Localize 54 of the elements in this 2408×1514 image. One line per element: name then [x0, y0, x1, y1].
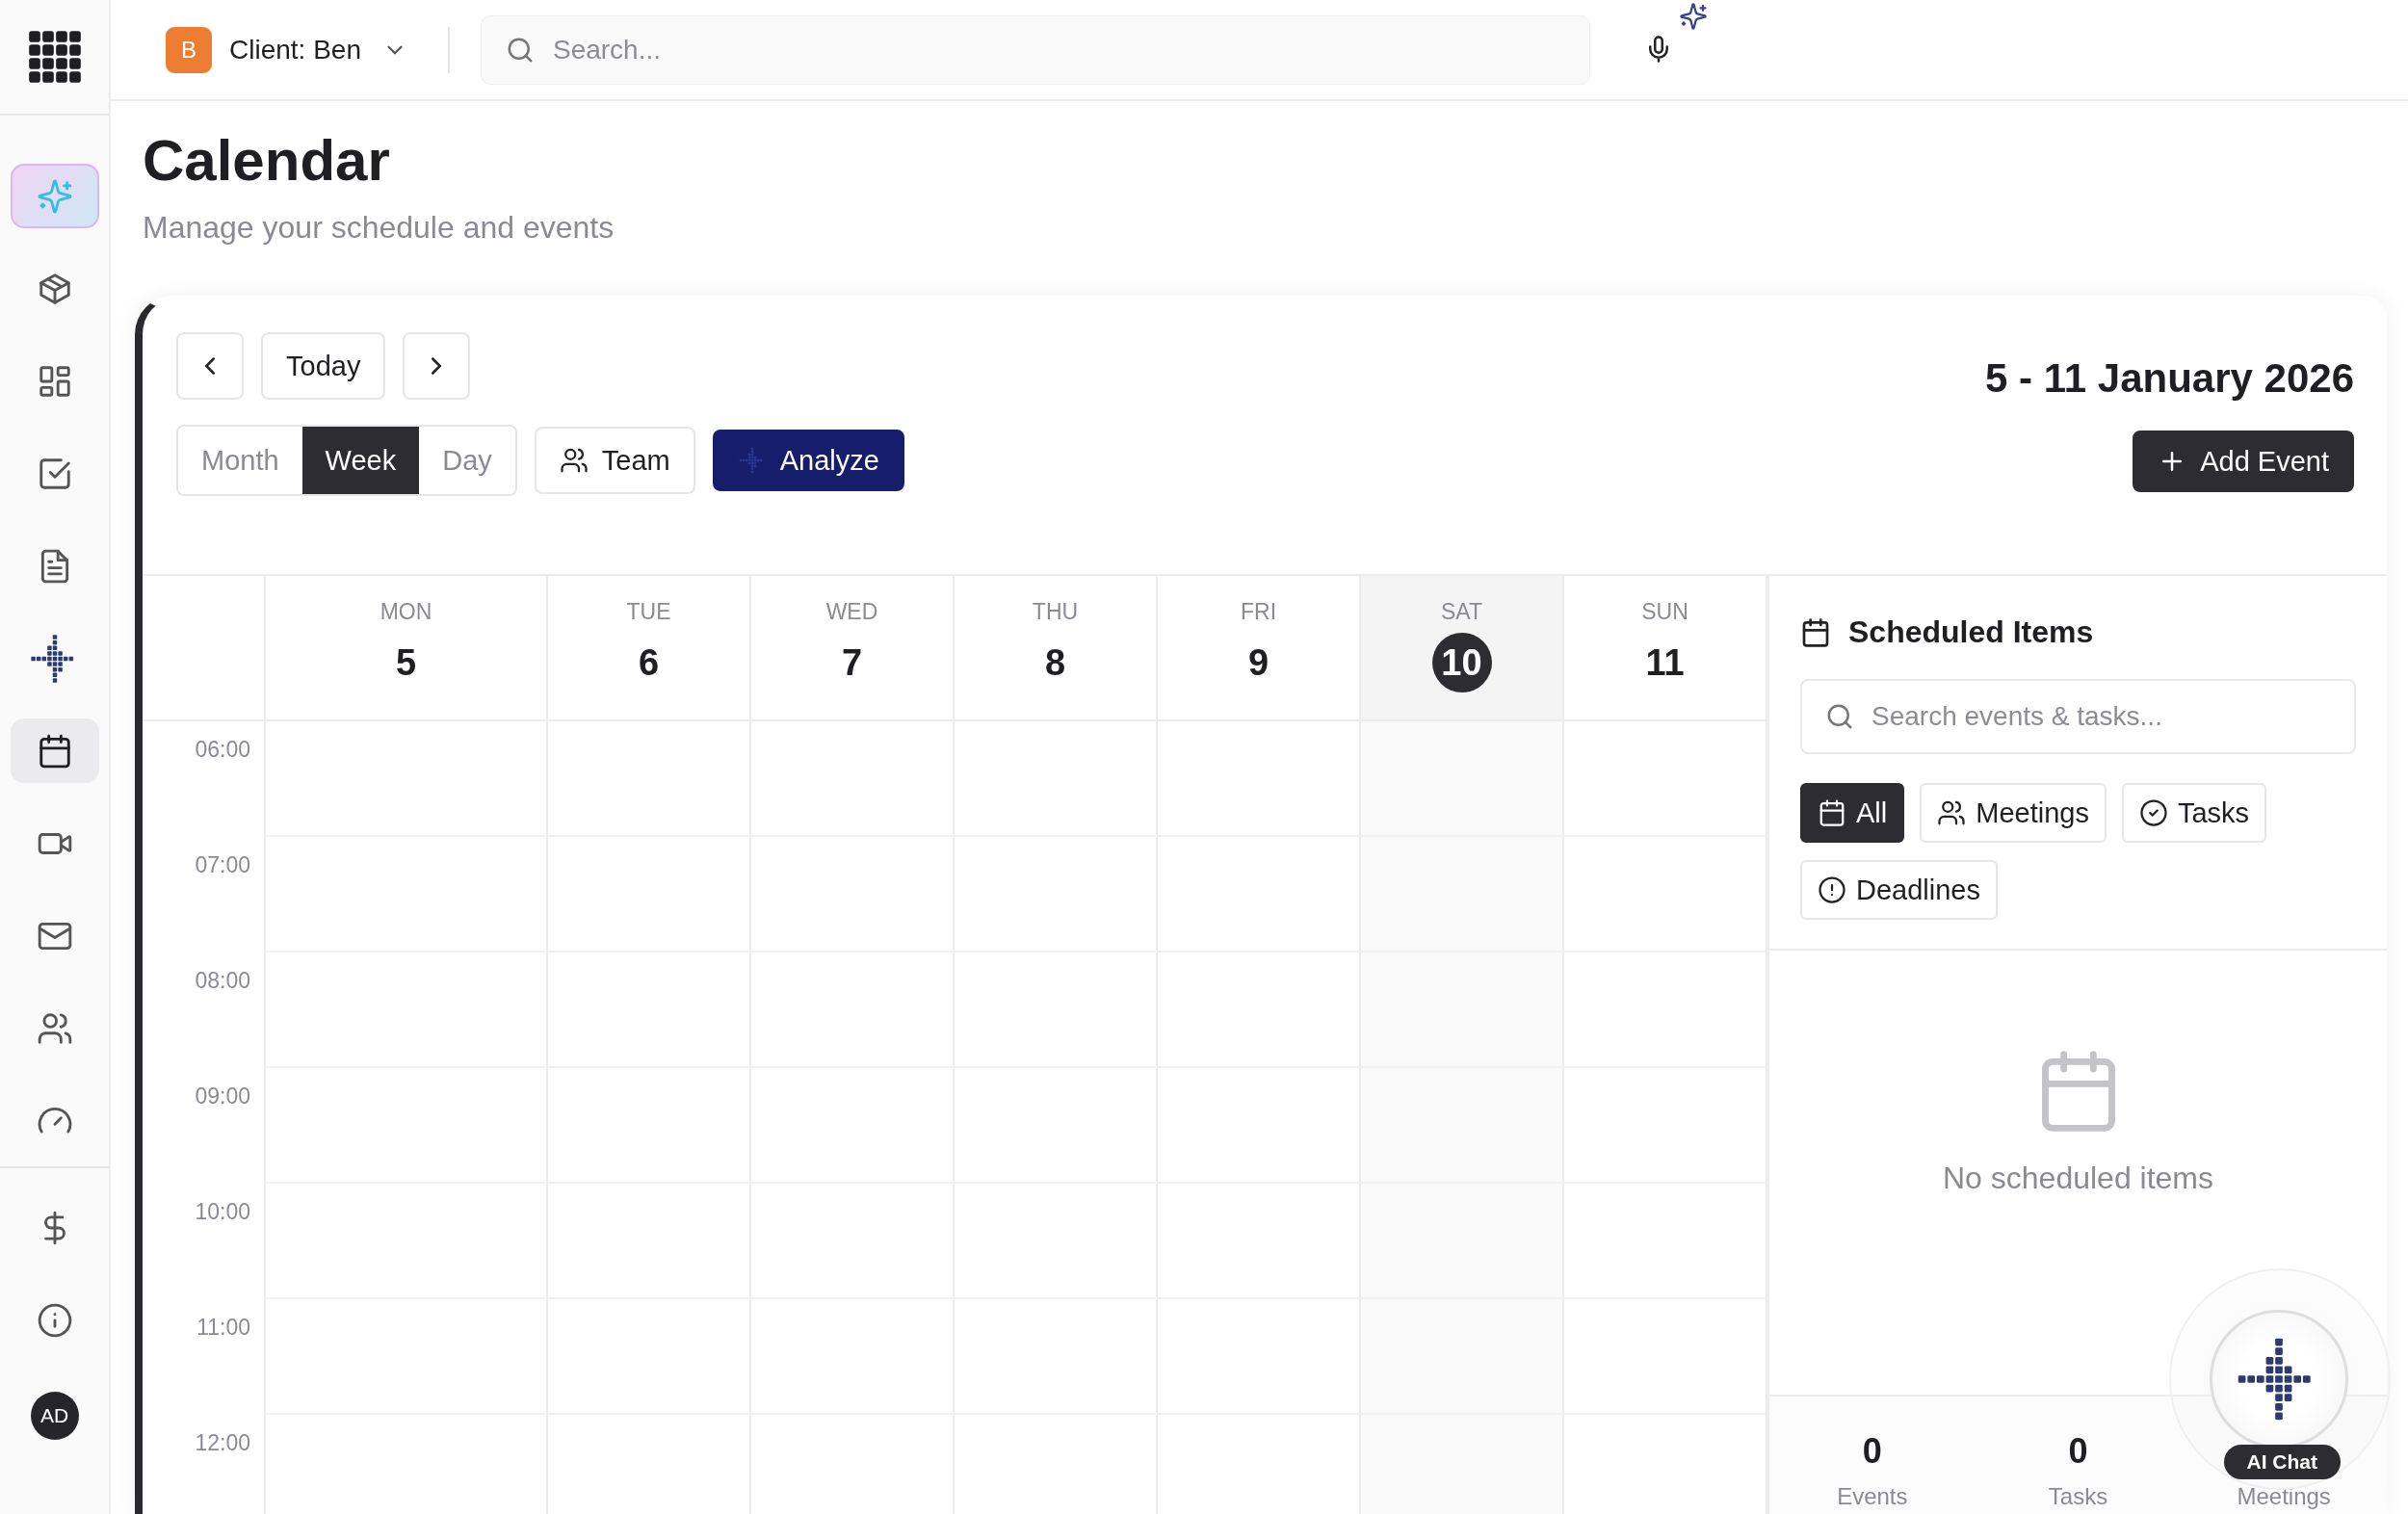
stat-label: Events: [1837, 1483, 1908, 1510]
day-header[interactable]: TUE 6: [548, 576, 751, 721]
view-tab[interactable]: Week: [301, 427, 420, 494]
info-icon: [36, 1301, 73, 1339]
day-header[interactable]: WED 7: [751, 576, 955, 721]
ai-sparkle-button[interactable]: [10, 164, 99, 228]
filter-chip[interactable]: Deadlines: [1800, 860, 1998, 920]
day-header[interactable]: THU 8: [955, 576, 1158, 721]
search-field[interactable]: Search...: [480, 14, 1590, 85]
day-header[interactable]: SUN 11: [1564, 576, 1767, 721]
filter-chip[interactable]: Meetings: [1920, 783, 2107, 843]
search-field[interactable]: Search events & tasks...: [1800, 679, 2356, 754]
time-label: 11:00: [196, 1315, 250, 1341]
sparkle-icon: [36, 177, 73, 215]
empty-message: No scheduled items: [1943, 1161, 2213, 1196]
time-label: 10:00: [195, 1199, 250, 1225]
analyze-button[interactable]: Analyze: [712, 430, 904, 491]
date-range: 5 - 11 January 2026: [1985, 355, 2354, 402]
calendar-icon: [1818, 798, 1846, 827]
stat-value: 0: [1862, 1431, 1882, 1472]
stat-label: Tasks: [2048, 1483, 2108, 1510]
team-button[interactable]: Team: [534, 427, 695, 494]
client-name: Client: Ben: [229, 34, 361, 65]
check-circle-icon: [2138, 798, 2168, 827]
time-label: 07:00: [195, 852, 250, 878]
time-label: 12:00: [195, 1430, 250, 1456]
page-title: Calendar: [143, 127, 391, 195]
sparkle-icon: [1678, 1, 1708, 31]
next-button[interactable]: [403, 332, 471, 400]
user-avatar[interactable]: AD: [30, 1392, 79, 1440]
today-button[interactable]: Today: [261, 332, 386, 400]
app-grid-icon[interactable]: [27, 30, 82, 84]
previous-button[interactable]: [176, 332, 244, 400]
panel-title: Scheduled Items: [1848, 614, 2094, 650]
calendar-icon: [1800, 616, 1831, 648]
time-label: 08:00: [195, 968, 250, 994]
search-icon: [1825, 702, 1854, 731]
client-selector[interactable]: B Client: Ben: [166, 26, 407, 73]
add-event-button[interactable]: Add Event: [2133, 431, 2354, 492]
users-icon: [1937, 798, 1967, 827]
filter-chip[interactable]: All: [1800, 783, 1905, 843]
sidebar-item[interactable]: [10, 718, 99, 783]
alert-circle-icon: [1818, 875, 1846, 904]
page-subtitle: Manage your schedule and events: [143, 209, 615, 247]
client-avatar: B: [166, 26, 212, 73]
stat-value: 0: [2068, 1431, 2088, 1472]
users-icon: [559, 446, 589, 475]
ai-chat-badge[interactable]: AI Chat: [2223, 1445, 2341, 1479]
time-label: 09:00: [195, 1083, 250, 1109]
day-header[interactable]: SAT 10: [1361, 576, 1564, 721]
filter-chip[interactable]: Tasks: [2121, 783, 2267, 843]
time-label: 06:00: [195, 737, 250, 763]
stat-label: Meetings: [2237, 1483, 2331, 1510]
day-header[interactable]: MON 5: [266, 576, 548, 721]
